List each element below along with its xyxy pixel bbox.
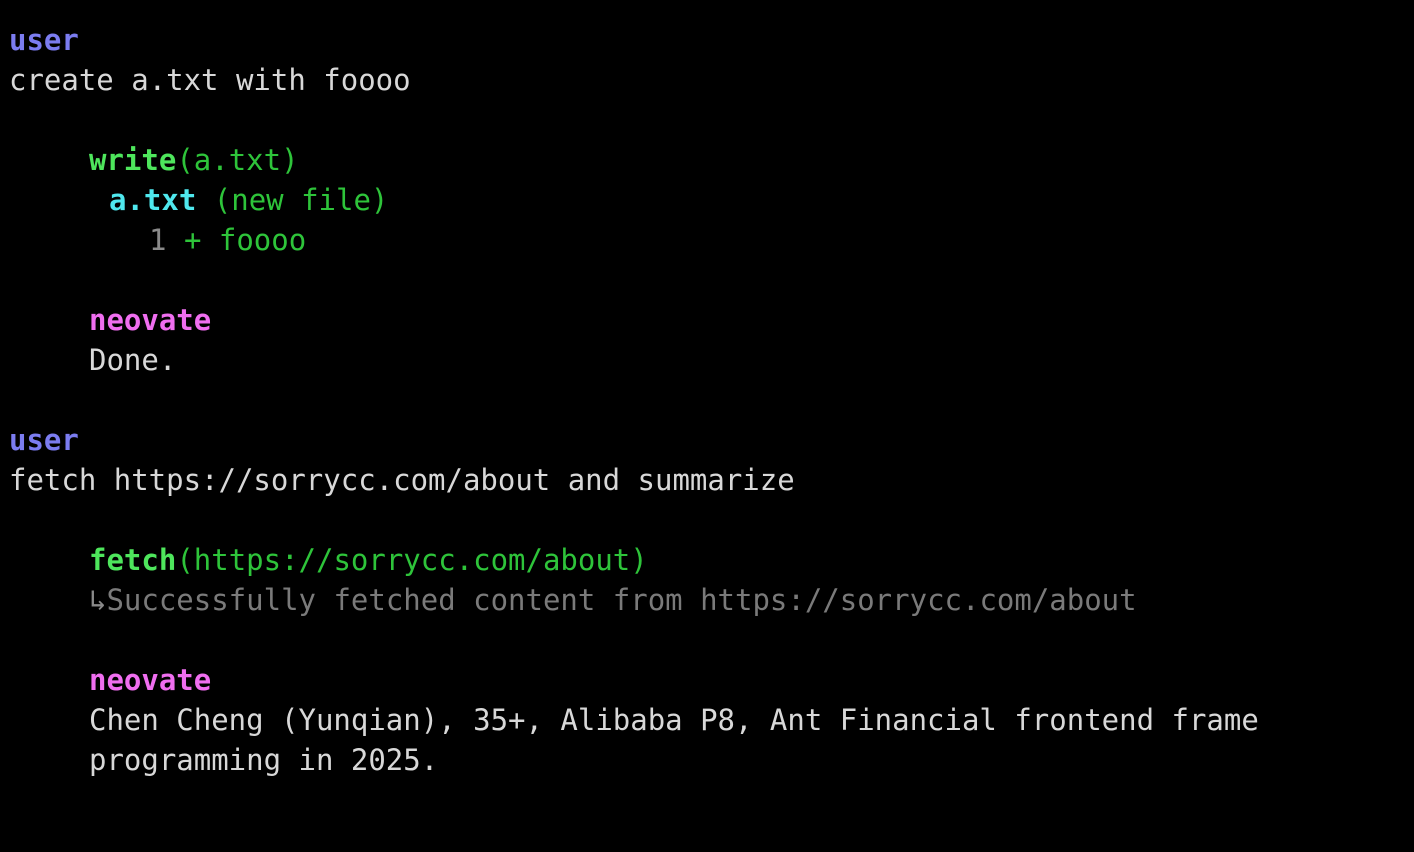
tool-name: fetch	[89, 543, 177, 577]
tool-result-text: Successfully fetched content from https:…	[106, 583, 1137, 617]
assistant-role: neovate	[89, 303, 212, 337]
user-message: fetch https://sorrycc.com/about and summ…	[9, 460, 1414, 500]
user-message-text: fetch https://sorrycc.com/about and summ…	[9, 463, 795, 497]
user-label: user	[9, 420, 1414, 460]
assistant-label: neovate	[9, 660, 1414, 700]
file-tag: (new file)	[213, 183, 389, 217]
tool-name: write	[89, 143, 177, 177]
assistant-reply: Done.	[9, 340, 1414, 380]
assistant-reply-line: Chen Cheng (Yunqian), 35+, Alibaba P8, A…	[9, 700, 1414, 740]
diff-line-number: 1	[149, 223, 167, 257]
file-name: a.txt	[109, 183, 197, 217]
assistant-reply-text: Done.	[89, 343, 177, 377]
user-message: create a.txt with foooo	[9, 60, 1414, 100]
tool-call-write: write(a.txt)	[9, 140, 1414, 180]
tool-arg: (https://sorrycc.com/about)	[176, 543, 648, 577]
tool-call-fetch: fetch(https://sorrycc.com/about)	[9, 540, 1414, 580]
result-arrow-icon: ↳	[89, 583, 107, 617]
diff-line: 1 + foooo	[9, 220, 1414, 260]
assistant-role: neovate	[89, 663, 212, 697]
file-header: a.txt (new file)	[9, 180, 1414, 220]
tool-result: ↳Successfully fetched content from https…	[9, 580, 1414, 620]
user-label: user	[9, 20, 1414, 60]
assistant-reply-text: Chen Cheng (Yunqian), 35+, Alibaba P8, A…	[89, 703, 1259, 737]
terminal-transcript: user create a.txt with foooo write(a.txt…	[9, 20, 1414, 780]
user-message-text: create a.txt with foooo	[9, 63, 411, 97]
assistant-label: neovate	[9, 300, 1414, 340]
user-role: user	[9, 23, 79, 57]
tool-arg: (a.txt)	[176, 143, 299, 177]
diff-added-text: + foooo	[183, 223, 307, 257]
assistant-reply-line: programming in 2025.	[9, 740, 1414, 780]
user-role: user	[9, 423, 79, 457]
assistant-reply-text: programming in 2025.	[89, 743, 439, 777]
